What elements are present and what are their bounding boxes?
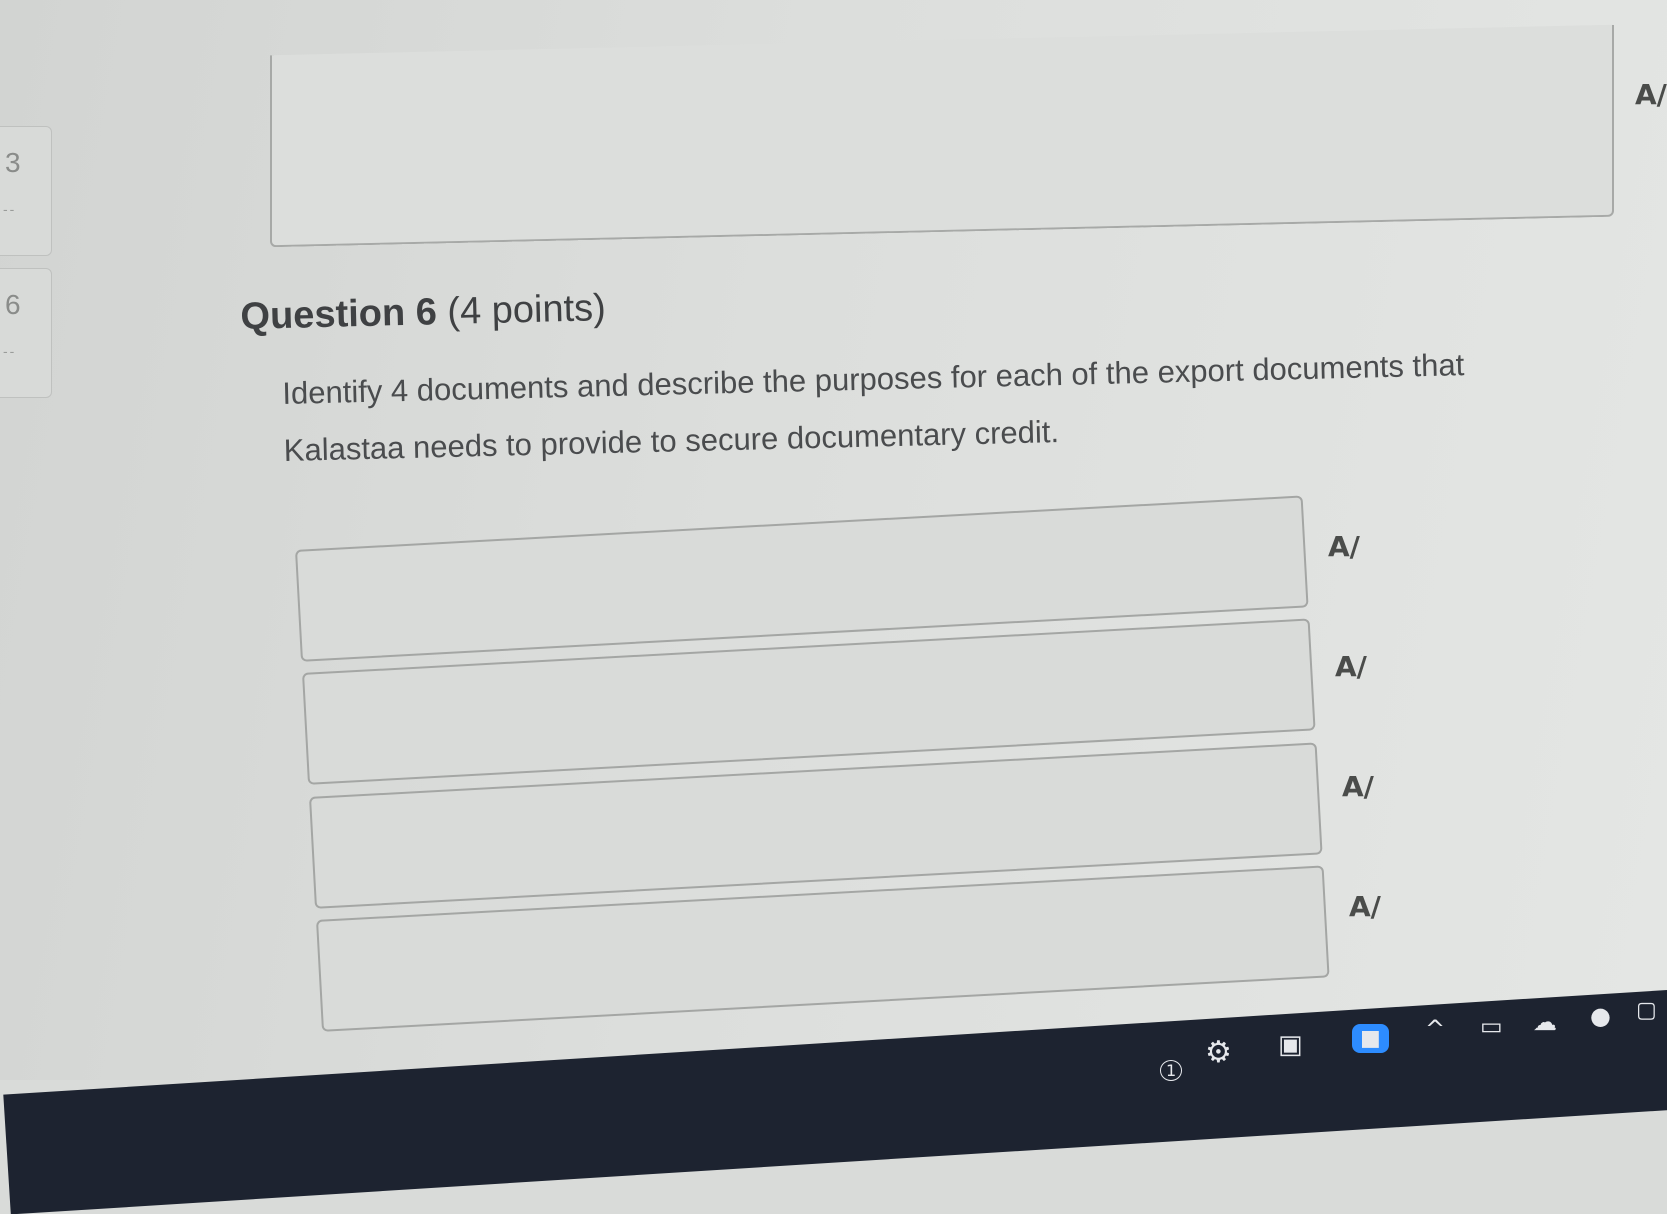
- microphone-icon[interactable]: ●: [1590, 1002, 1611, 1030]
- gear-icon[interactable]: ⚙: [1205, 1035, 1232, 1070]
- video-camera-icon[interactable]: ■: [1352, 1024, 1389, 1053]
- previous-answer-textarea[interactable]: [270, 24, 1614, 248]
- nav-question-status: --: [3, 201, 17, 217]
- spellcheck-icon[interactable]: A/: [1335, 650, 1367, 683]
- chevron-up-icon[interactable]: ^: [1425, 1015, 1445, 1043]
- taskbar: [3, 990, 1667, 1214]
- spellcheck-icon[interactable]: A/: [1342, 770, 1374, 803]
- nav-question-number: 3: [5, 147, 21, 178]
- notification-icon[interactable]: ▢: [1636, 998, 1657, 1023]
- question-points: (4 points): [446, 287, 607, 333]
- nav-question-number: 6: [5, 289, 21, 320]
- spellcheck-icon[interactable]: A/: [1635, 78, 1667, 111]
- cloud-icon[interactable]: ☁: [1533, 1008, 1557, 1036]
- window-icon[interactable]: ▣: [1278, 1030, 1303, 1060]
- screen: 3 -- 6 -- A/ Question 6 (4 points) Ident…: [0, 0, 1667, 1214]
- display-icon[interactable]: ▭: [1480, 1012, 1503, 1040]
- question-label: Question 6: [240, 291, 438, 338]
- taskbar-badge: 1: [1160, 1060, 1183, 1081]
- nav-question-status: --: [3, 343, 17, 359]
- spellcheck-icon[interactable]: A/: [1349, 890, 1381, 923]
- question-text: Identify 4 documents and describe the pu…: [281, 347, 1465, 468]
- nav-question-6[interactable]: 6 --: [0, 268, 52, 398]
- nav-question-3[interactable]: 3 --: [0, 126, 52, 256]
- question-block: Question 6 (4 points) Identify 4 documen…: [240, 287, 1465, 468]
- question-title: Question 6 (4 points): [240, 287, 606, 339]
- spellcheck-icon[interactable]: A/: [1328, 530, 1360, 563]
